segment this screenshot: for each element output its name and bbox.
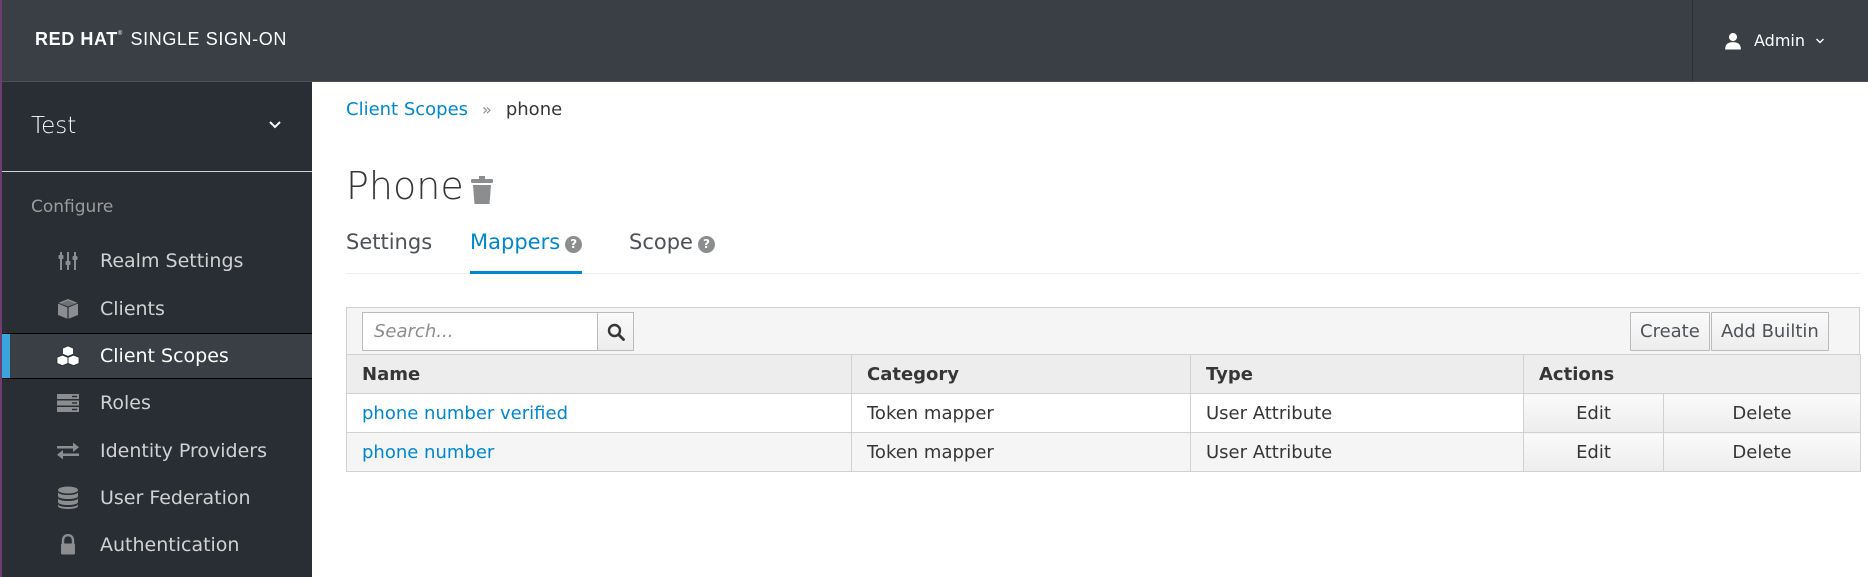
user-icon: [1725, 32, 1741, 49]
edit-button[interactable]: Edit: [1523, 432, 1664, 472]
chevron-down-icon: [269, 121, 281, 129]
sidebar-item-roles[interactable]: Roles: [2, 380, 312, 426]
nav-label: User Federation: [100, 487, 251, 509]
lock-icon: [56, 534, 80, 556]
sidebar-item-authentication[interactable]: Authentication: [2, 522, 312, 568]
table-row: phone number Token mapper User Attribute…: [346, 432, 1861, 472]
realm-selector[interactable]: Test: [2, 82, 312, 172]
nav-label: Roles: [100, 392, 151, 414]
table-header-row: Name Category Type Actions: [346, 354, 1861, 394]
sidebar-item-realm-settings[interactable]: Realm Settings: [2, 238, 312, 284]
cell-type: User Attribute: [1190, 432, 1524, 472]
tab-mappers[interactable]: Mappers ?: [470, 230, 583, 274]
delete-button[interactable]: Delete: [1663, 432, 1861, 472]
brand-logo[interactable]: RED HAT® SINGLE SIGN-ON: [35, 29, 287, 50]
mapper-link[interactable]: phone number: [362, 442, 494, 463]
exchange-icon: [56, 440, 80, 462]
table-toolbar: Create Add Builtin: [346, 307, 1860, 354]
table-row: phone number verified Token mapper User …: [346, 393, 1861, 433]
cell-name: phone number verified: [346, 393, 852, 433]
tab-label: Scope: [629, 230, 693, 254]
nav-label: Authentication: [100, 534, 240, 556]
nav-label: Realm Settings: [100, 250, 244, 272]
cube-icon: [56, 298, 80, 320]
create-button[interactable]: Create: [1630, 312, 1710, 351]
table: Name Category Type Actions phone number …: [346, 354, 1861, 472]
page-title: Phone: [346, 164, 464, 208]
brand-bold: RED HAT: [35, 29, 118, 49]
tab-settings[interactable]: Settings: [346, 230, 432, 274]
mapper-link[interactable]: phone number verified: [362, 403, 568, 424]
main-content: Client Scopes » phone Phone Settings Map…: [315, 82, 1868, 577]
brand-registered: ®: [117, 31, 123, 37]
search-icon: [607, 323, 625, 341]
edit-button[interactable]: Edit: [1523, 393, 1664, 433]
cell-category: Token mapper: [851, 432, 1191, 472]
server-icon: [56, 392, 80, 414]
column-header-category: Category: [851, 354, 1191, 394]
breadcrumb-current: phone: [505, 99, 563, 120]
nav-section-configure: Configure: [31, 197, 114, 217]
mappers-table: Create Add Builtin Name Category Type Ac…: [346, 307, 1861, 472]
cell-type: User Attribute: [1190, 393, 1524, 433]
search-input[interactable]: [362, 312, 597, 351]
column-header-type: Type: [1190, 354, 1524, 394]
add-builtin-button[interactable]: Add Builtin: [1711, 312, 1829, 351]
help-icon[interactable]: ?: [565, 236, 583, 253]
delete-button[interactable]: Delete: [1663, 393, 1861, 433]
sliders-icon: [56, 250, 80, 272]
column-header-name: Name: [346, 354, 852, 394]
help-icon[interactable]: ?: [697, 236, 715, 253]
sidebar-item-client-scopes[interactable]: Client Scopes: [2, 333, 312, 379]
database-icon: [56, 486, 80, 509]
sidebar-item-identity-providers[interactable]: Identity Providers: [2, 428, 312, 474]
sidebar-item-user-federation[interactable]: User Federation: [2, 475, 312, 521]
tab-bar: Settings Mappers ? Scope ?: [346, 230, 1860, 274]
cell-category: Token mapper: [851, 393, 1191, 433]
breadcrumb: Client Scopes » phone: [346, 99, 562, 120]
nav-label: Clients: [100, 298, 165, 320]
nav-label: Identity Providers: [100, 440, 267, 462]
tab-label: Settings: [346, 230, 433, 254]
tab-scope[interactable]: Scope ?: [629, 230, 715, 274]
user-menu[interactable]: Admin: [1692, 0, 1868, 81]
breadcrumb-separator: »: [482, 100, 492, 119]
chevron-down-icon: [1816, 38, 1824, 43]
nav-label: Client Scopes: [100, 345, 229, 367]
breadcrumb-client-scopes[interactable]: Client Scopes: [346, 99, 468, 120]
column-header-actions: Actions: [1523, 354, 1861, 394]
masthead: RED HAT® SINGLE SIGN-ON Admin: [0, 0, 1868, 82]
search-button[interactable]: [597, 312, 634, 351]
realm-name: Test: [31, 113, 77, 139]
cubes-icon: [56, 345, 80, 367]
brand-product: SINGLE SIGN-ON: [130, 29, 287, 49]
cell-name: phone number: [346, 432, 852, 472]
sidebar-item-clients[interactable]: Clients: [2, 286, 312, 332]
tab-label: Mappers: [470, 230, 561, 254]
trash-icon[interactable]: [469, 175, 495, 205]
sidebar: Test Configure Realm Settings Clients Cl…: [0, 82, 312, 577]
user-name: Admin: [1754, 31, 1805, 50]
